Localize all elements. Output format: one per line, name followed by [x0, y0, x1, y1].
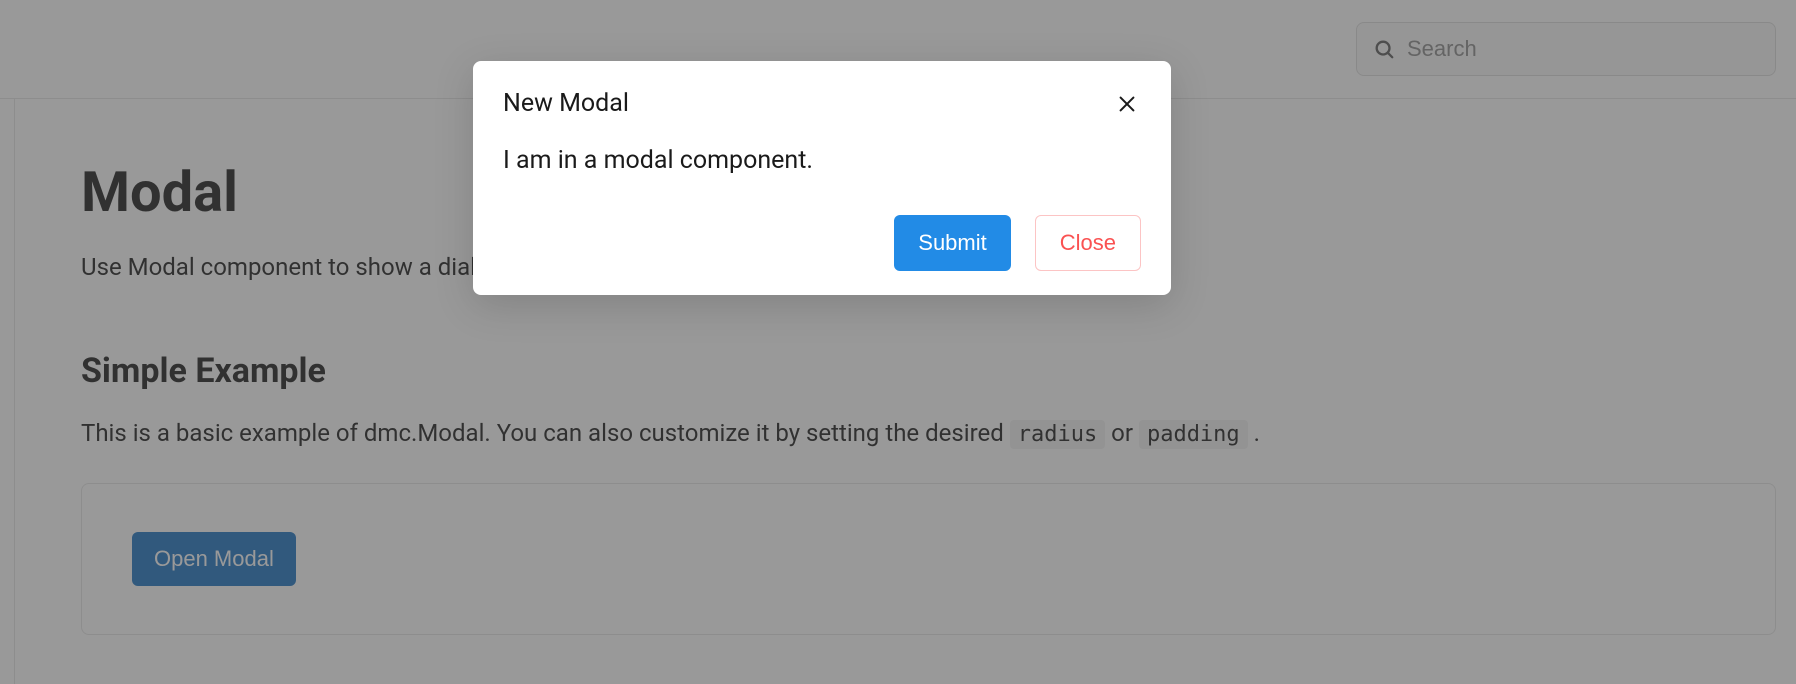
close-button[interactable]: Close — [1035, 215, 1141, 271]
modal-dialog: New Modal I am in a modal component. Sub… — [473, 61, 1171, 295]
modal-footer: Submit Close — [503, 215, 1141, 271]
modal-body: I am in a modal component. — [503, 146, 1141, 175]
close-icon — [1116, 93, 1138, 115]
modal-header: New Modal — [503, 89, 1141, 118]
submit-button[interactable]: Submit — [894, 215, 1010, 271]
modal-title: New Modal — [503, 89, 629, 118]
modal-close-button[interactable] — [1113, 90, 1141, 118]
